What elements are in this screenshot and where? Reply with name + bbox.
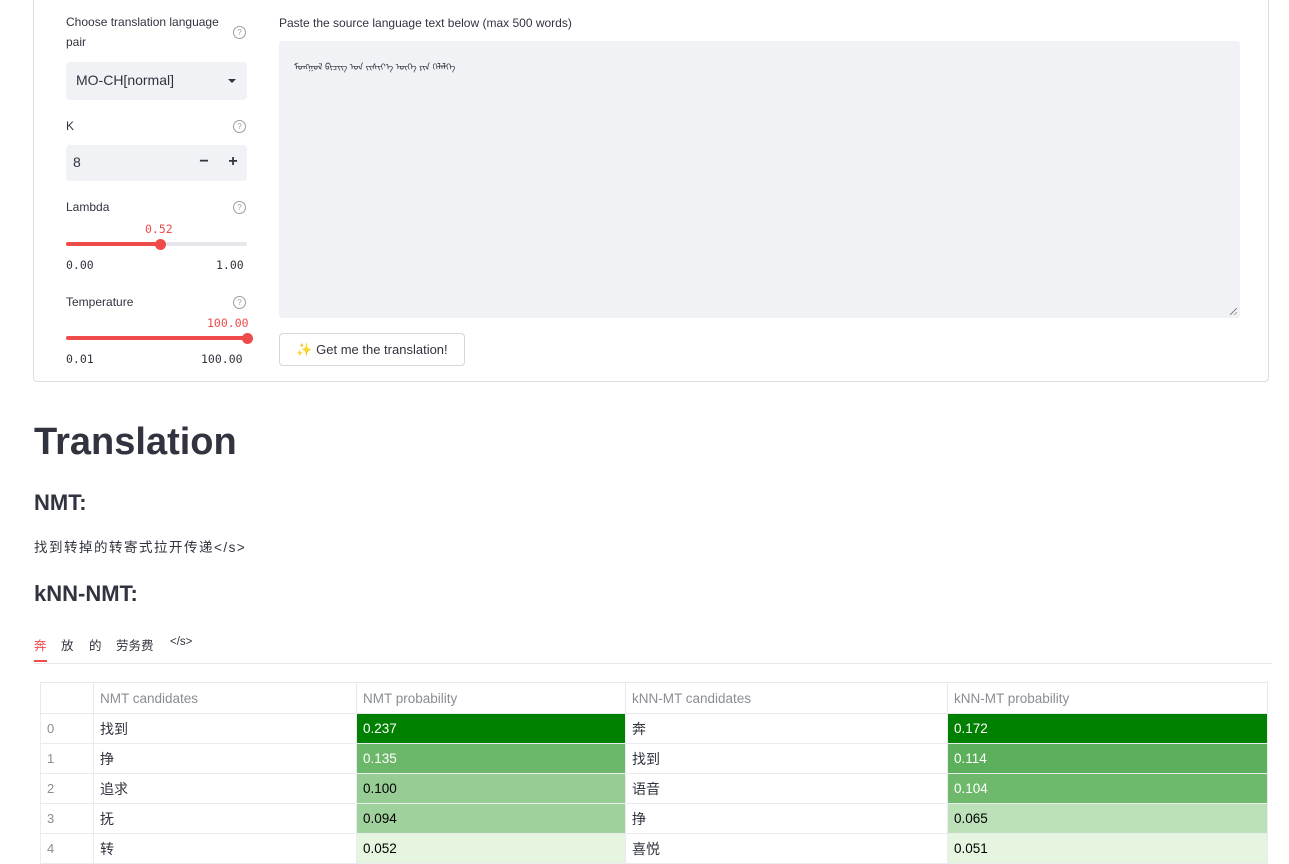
knn-probability: 0.065 [947, 803, 1268, 834]
nmt-probability: 0.100 [356, 773, 626, 804]
temperature-slider[interactable] [66, 336, 247, 340]
temperature-slider-handle[interactable] [241, 333, 253, 344]
k-increment-button[interactable]: + [222, 151, 244, 175]
source-text-area[interactable]: ᠮᠣᠩᠭᠣᠯ ᠪᠢᠴᠢᠭ ᠤᠨ ᠵᠢᠱᠢᠶ᠎ᠡ ᠦᠭᠡ ᠶᠢᠨ ᠬᠡᠯᠡᠯᠭᠡ [279, 41, 1240, 318]
column-header-nmt-candidates: NMT candidates [93, 682, 357, 714]
nmt-output-text: 找到转掉的转寄式拉开传递</s> [34, 540, 247, 555]
help-icon[interactable]: ? [233, 296, 246, 309]
nmt-heading: NMT: [34, 490, 87, 515]
column-header-knn-candidates: kNN-MT candidates [625, 682, 948, 714]
tab-token-0[interactable]: 奔 [34, 635, 47, 654]
source-text-label: Paste the source language text below (ma… [279, 16, 572, 30]
lambda-value: 0.52 [145, 222, 173, 236]
tab-token-2[interactable]: 的 [89, 635, 102, 654]
tab-token-3[interactable]: 劳务费 [116, 635, 154, 654]
knn-candidate: 挣 [625, 803, 948, 834]
row-index: 2 [40, 773, 94, 804]
tab-token-4[interactable]: </s> [170, 636, 192, 648]
temperature-max: 100.00 [201, 352, 243, 366]
token-tabs: 奔 放 的 劳务费 </s> [34, 633, 1272, 664]
active-tab-indicator [34, 660, 47, 662]
table-row: 3 抚 0.094 挣 0.065 [40, 803, 1268, 834]
table-header-row: NMT candidates NMT probability kNN-MT ca… [40, 682, 1268, 714]
resize-handle-icon[interactable] [1230, 308, 1237, 315]
source-text-value: ᠮᠣᠩᠭᠣᠯ ᠪᠢᠴᠢᠭ ᠤᠨ ᠵᠢᠱᠢᠶ᠎ᠡ ᠦᠭᠡ ᠶᠢᠨ ᠬᠡᠯᠡᠯᠭᠡ [294, 62, 456, 72]
knn-candidate: 奔 [625, 713, 948, 744]
k-decrement-button[interactable]: − [193, 151, 215, 175]
nmt-probability: 0.135 [356, 743, 626, 774]
language-pair-value: MO-CH[normal] [76, 72, 175, 88]
table-row: 0 找到 0.237 奔 0.172 [40, 713, 1268, 744]
column-header-nmt-probability: NMT probability [356, 682, 626, 714]
nmt-candidate: 转 [93, 833, 357, 864]
help-icon[interactable]: ? [233, 26, 246, 39]
knn-probability: 0.104 [947, 773, 1268, 804]
knn-nmt-heading: kNN-NMT: [34, 581, 138, 606]
lambda-slider-handle[interactable] [154, 239, 166, 250]
temperature-value: 100.00 [207, 316, 249, 330]
knn-candidate: 语音 [625, 773, 948, 804]
nmt-probability: 0.237 [356, 713, 626, 744]
nmt-probability: 0.052 [356, 833, 626, 864]
nmt-candidate: 找到 [93, 713, 357, 744]
row-index: 1 [40, 743, 94, 774]
temperature-slider-fill [66, 336, 247, 340]
nmt-probability: 0.094 [356, 803, 626, 834]
nmt-candidate: 挣 [93, 743, 357, 774]
knn-candidate: 喜悦 [625, 833, 948, 864]
nmt-candidate: 追求 [93, 773, 357, 804]
table-row: 1 挣 0.135 找到 0.114 [40, 743, 1268, 774]
row-index: 0 [40, 713, 94, 744]
lambda-slider-fill [66, 242, 161, 246]
row-index: 3 [40, 803, 94, 834]
lambda-label: Lambda [66, 200, 110, 214]
lambda-min: 0.00 [66, 258, 94, 272]
table-row: 2 追求 0.100 语音 0.104 [40, 773, 1268, 804]
k-label: K [66, 119, 75, 133]
knn-probability: 0.051 [947, 833, 1268, 864]
language-pair-label: Choose translation language pair [66, 15, 219, 49]
knn-probability: 0.172 [947, 713, 1268, 744]
table-row: 4 转 0.052 喜悦 0.051 [40, 833, 1268, 864]
k-value: 8 [73, 154, 81, 170]
translation-heading: Translation [34, 421, 237, 463]
temperature-min: 0.01 [66, 352, 94, 366]
nmt-candidate: 抚 [93, 803, 357, 834]
candidates-table: NMT candidates NMT probability kNN-MT ca… [40, 682, 1268, 864]
temperature-label: Temperature [66, 295, 134, 309]
language-pair-select[interactable]: MO-CH[normal] [66, 62, 247, 100]
knn-candidate: 找到 [625, 743, 948, 774]
help-icon[interactable]: ? [233, 120, 246, 133]
row-index: 4 [40, 833, 94, 864]
tab-token-1[interactable]: 放 [61, 635, 74, 654]
knn-probability: 0.114 [947, 743, 1268, 774]
column-header-index [40, 682, 94, 714]
column-header-knn-probability: kNN-MT probability [947, 682, 1268, 714]
chevron-down-icon [228, 79, 236, 83]
help-icon[interactable]: ? [233, 201, 246, 214]
k-number-input[interactable]: 8 − + [66, 145, 247, 181]
translate-button[interactable]: ✨ Get me the translation! [279, 333, 465, 366]
lambda-max: 1.00 [216, 258, 244, 272]
